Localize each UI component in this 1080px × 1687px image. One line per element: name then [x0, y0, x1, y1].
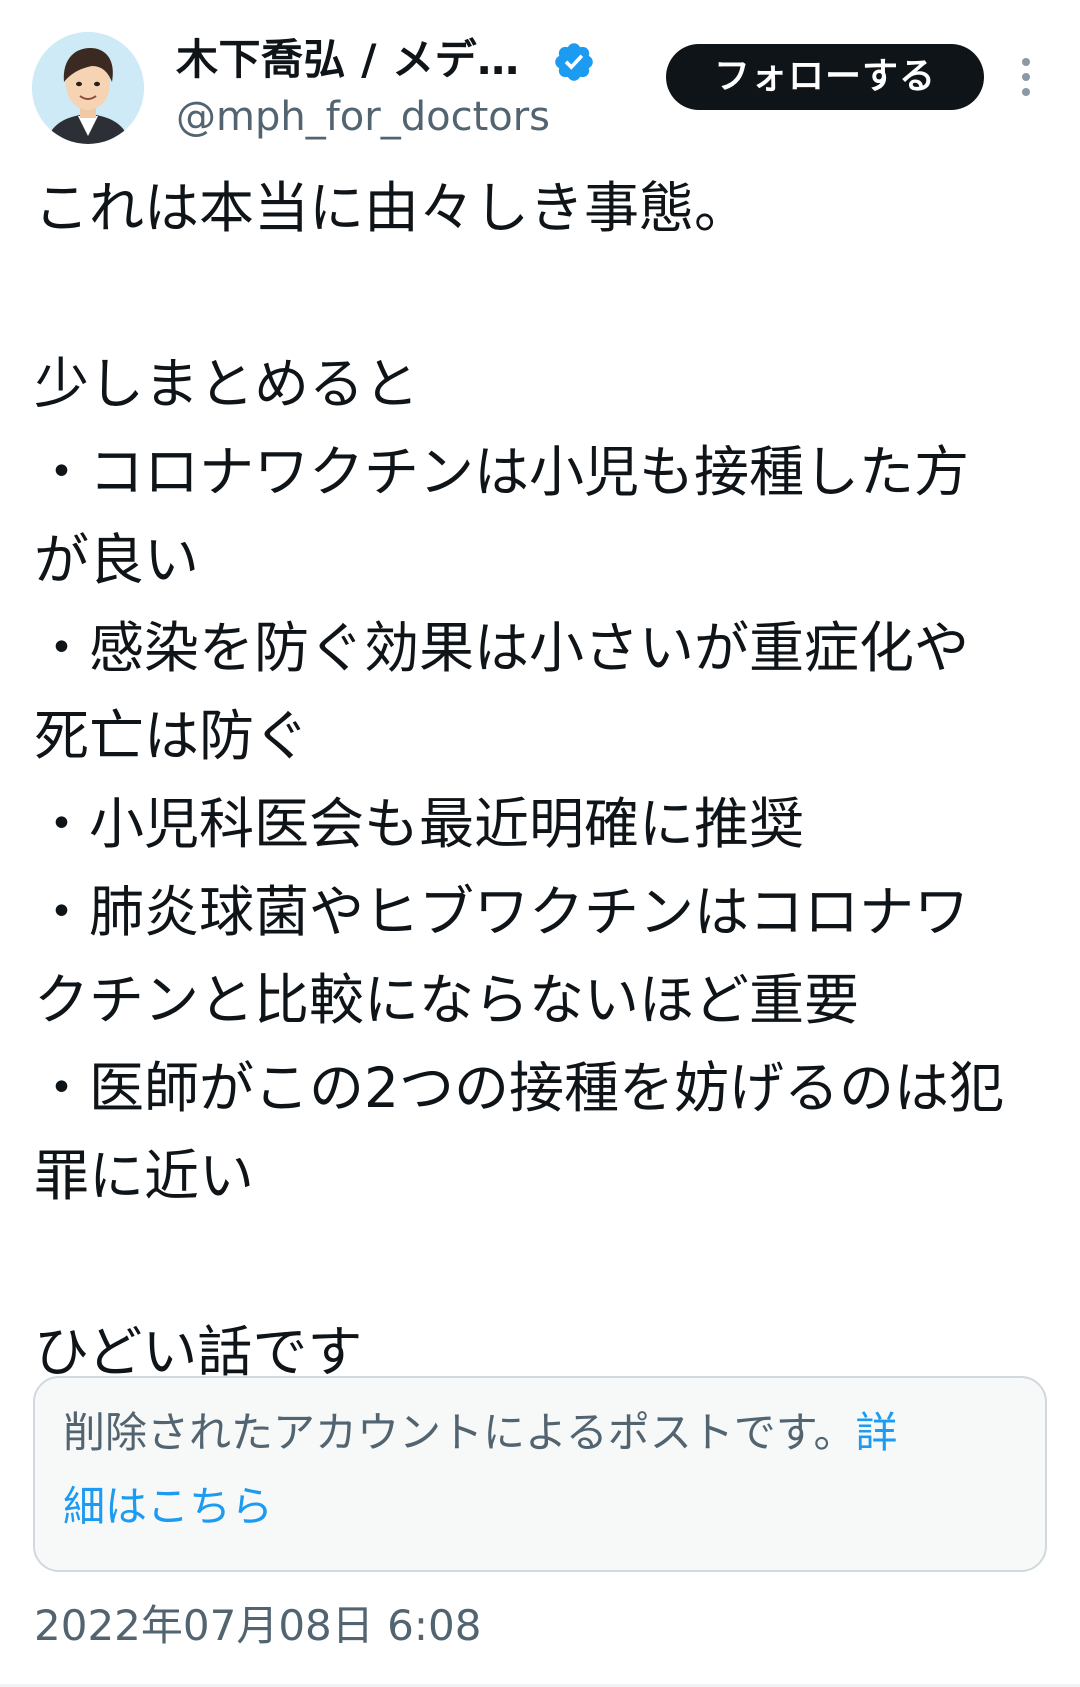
post-text: これは本当に由々しき事態。 少しまとめると ・コロナワクチンは小児も接種した方 … — [34, 164, 1054, 1396]
post-line: 死亡は防ぐ — [34, 704, 310, 768]
post-line-blank — [34, 1220, 1054, 1308]
post-line: ・感染を防ぐ効果は小さいが重症化や — [34, 616, 970, 680]
post-line: 罪に近い — [34, 1144, 255, 1208]
follow-button[interactable]: フォローする — [666, 44, 984, 110]
post-line: が良い — [34, 528, 200, 592]
author-handle[interactable]: @mph_for_doctors — [176, 92, 550, 142]
verified-badge-icon — [555, 43, 593, 81]
post-line: ・医師がこの2つの接種を妨げるのは犯 — [34, 1056, 1004, 1120]
post-line: クチンと比較にならないほど重要 — [34, 968, 860, 1032]
post-header: 木下喬弘 / メデ… @mph_for_doctors フォローする — [0, 0, 1080, 150]
deleted-quote-notice: 削除されたアカウントによるポストです。詳 細はこちら — [33, 1376, 1047, 1572]
post-line: ・コロナワクチンは小児も接種した方 — [34, 440, 970, 504]
deleted-notice-text: 削除されたアカウントによるポストです。詳 細はこちら — [63, 1396, 1023, 1544]
learn-more-link[interactable]: 詳 — [856, 1408, 898, 1457]
post-line: ・肺炎球菌やヒブワクチンはコロナワ — [34, 880, 970, 944]
avatar[interactable] — [32, 32, 144, 144]
author-display-name[interactable]: 木下喬弘 / メデ… — [176, 34, 520, 86]
post-timestamp[interactable]: 2022年07月08日 6:08 — [34, 1600, 481, 1652]
post-line: ・小児科医会も最近明確に推奨 — [34, 792, 805, 856]
more-vertical-icon[interactable] — [1012, 54, 1040, 100]
avatar-illustration — [32, 32, 144, 144]
post-line-blank — [34, 252, 1054, 340]
post-line: これは本当に由々しき事態。 — [34, 176, 750, 240]
post-line: 少しまとめると — [34, 352, 420, 416]
learn-more-link[interactable]: 細はこちら — [63, 1482, 273, 1531]
deleted-notice-message: 削除されたアカウントによるポストです。 — [63, 1408, 856, 1457]
